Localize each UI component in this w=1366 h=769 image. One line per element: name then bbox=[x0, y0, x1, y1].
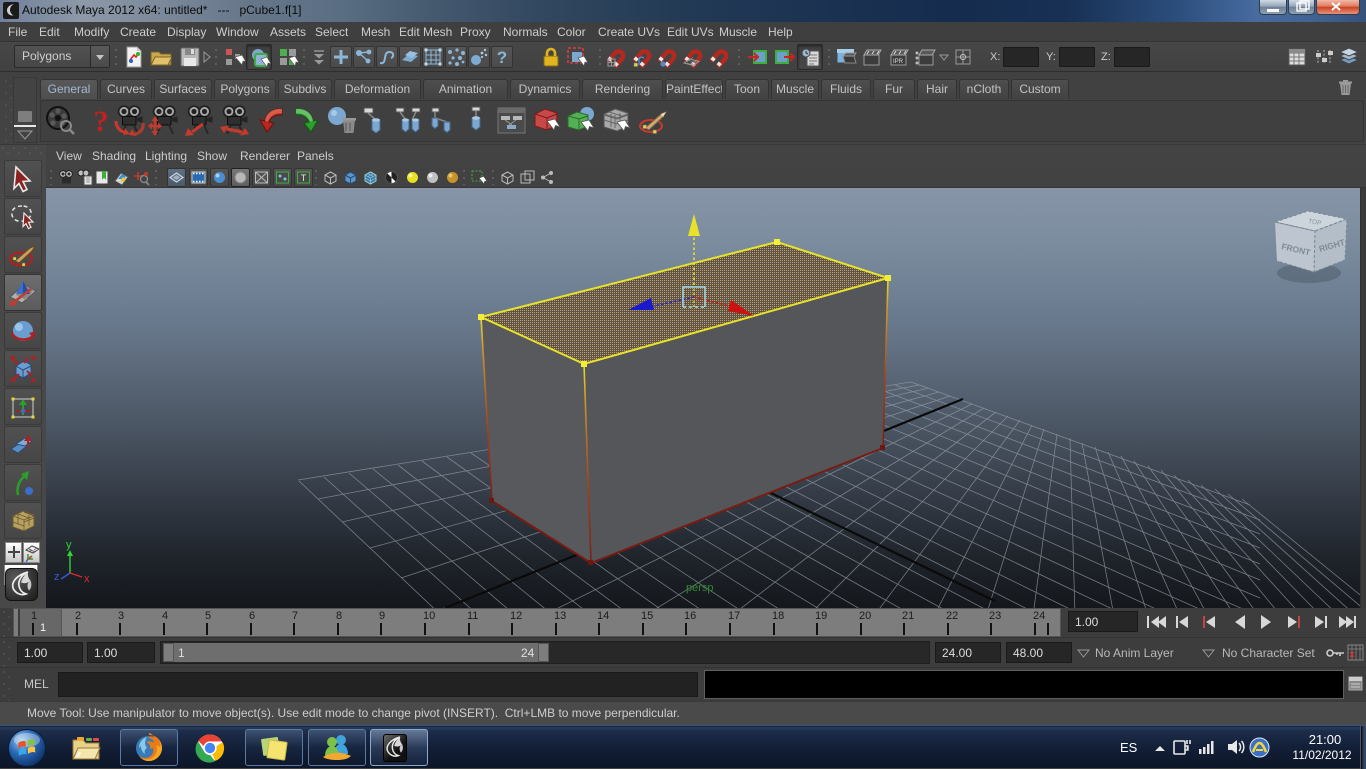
svg-text:T: T bbox=[301, 173, 307, 183]
svg-text:?: ? bbox=[497, 48, 507, 67]
svg-text:y: y bbox=[66, 539, 72, 551]
svg-text:?: ? bbox=[94, 105, 109, 137]
svg-text:x: x bbox=[84, 573, 90, 585]
svg-text:persp: persp bbox=[686, 582, 714, 594]
svg-text:z: z bbox=[54, 571, 60, 583]
svg-text:IPR: IPR bbox=[893, 59, 904, 65]
